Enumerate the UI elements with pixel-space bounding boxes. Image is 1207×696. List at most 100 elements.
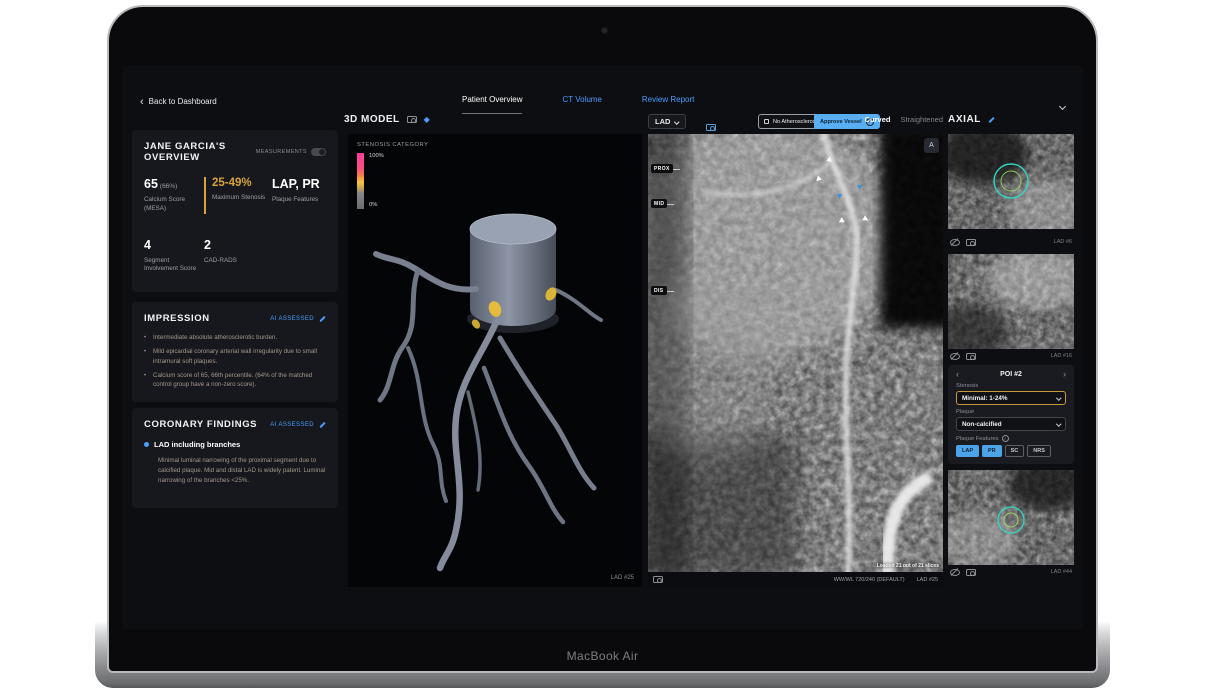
overview-title: JANE GARCIA'S OVERVIEW xyxy=(144,141,226,163)
chevron-down-icon xyxy=(1055,395,1061,401)
hide-eye-icon[interactable] xyxy=(950,238,960,246)
impression-bullet: Mild epicardial coronary arterial wall i… xyxy=(144,347,326,366)
patient-overview-card: JANE GARCIA'S OVERVIEW MEASUREMENTS 65 (6… xyxy=(132,130,338,292)
segment-badge-mid: MID xyxy=(651,199,675,208)
stat-plaque-features: LAP, PR Plaque Features xyxy=(272,177,320,203)
back-chevron-icon: ‹ xyxy=(140,95,144,108)
laptop-screen-bezel: ‹ Back to Dashboard Patient Overview CT … xyxy=(107,5,1098,673)
impression-bullet: Calcium score of 65, 66th percentile. (6… xyxy=(144,371,326,390)
window-level-text: WW/WL 720/240 (DEFAULT) xyxy=(833,576,905,583)
findings-title: CORONARY FINDINGS xyxy=(144,419,258,430)
axial-viewport-3[interactable] xyxy=(948,470,1074,565)
plaque-field-label: Plaque xyxy=(956,409,975,415)
segment-badge-prox: PROX xyxy=(651,164,680,173)
plaque-features-label: Plaque Features xyxy=(956,435,999,442)
findings-ai-badge[interactable]: AI ASSESSED xyxy=(270,421,326,429)
hide-eye-icon[interactable] xyxy=(950,568,960,576)
axial-title: AXIAL xyxy=(948,114,981,125)
view-straightened-option[interactable]: Straightened xyxy=(900,115,943,124)
vessel-select-dropdown[interactable]: LAD xyxy=(648,114,686,129)
overview-stats: 65 (66%) Calcium Score (MESA) 25-49% Maxi… xyxy=(144,177,326,274)
chip-lap[interactable]: LAP xyxy=(956,445,979,457)
axial-viewport-2[interactable] xyxy=(948,254,1074,349)
measurements-toggle[interactable] xyxy=(311,148,326,156)
segment-badge-dis: DIS xyxy=(651,286,673,295)
model3d-header: 3D MODEL ◆ xyxy=(344,114,430,125)
axial-3-label: LAD #44 xyxy=(1050,569,1072,575)
poi-next-button[interactable]: › xyxy=(1063,370,1066,379)
vessel-name: LAD including branches xyxy=(154,440,241,449)
axial-3-controls: LAD #44 xyxy=(948,565,1074,579)
legend-min-label: 0% xyxy=(369,202,378,208)
laptop-mockup: ‹ Back to Dashboard Patient Overview CT … xyxy=(0,0,1207,696)
chip-sc[interactable]: SC xyxy=(1004,445,1025,457)
back-to-dashboard-link[interactable]: ‹ Back to Dashboard xyxy=(140,95,217,108)
poi-title: POI #2 xyxy=(1000,371,1022,378)
poi-prev-button[interactable]: ‹ xyxy=(956,370,959,379)
stenosis-color-scale xyxy=(357,153,364,209)
model3d-viewport[interactable]: STENOSIS CATEGORY 100% 0% LAD #25 xyxy=(348,134,642,587)
stat-calcium-score: 65 (66%) Calcium Score (MESA) xyxy=(144,177,185,212)
stat-segment-involvement: 4 Segment Involvement Score xyxy=(144,237,197,273)
camera-icon[interactable] xyxy=(653,576,663,583)
axial-2-controls: LAD #16 xyxy=(948,349,1074,363)
hide-eye-icon[interactable] xyxy=(950,352,960,360)
model3d-title: 3D MODEL xyxy=(344,114,400,125)
findings-vessel-row[interactable]: LAD including branches xyxy=(144,440,326,449)
chip-nrs[interactable]: NRS xyxy=(1027,445,1051,457)
findings-text: Minimal luminal narrowing of the proxima… xyxy=(158,457,326,484)
measurements-label: MEASUREMENTS xyxy=(255,149,307,155)
app-window: ‹ Back to Dashboard Patient Overview CT … xyxy=(122,66,1083,629)
device-brand-label: MacBook Air xyxy=(566,649,639,663)
axial-1-label: LAD #6 xyxy=(1053,239,1072,245)
back-label: Back to Dashboard xyxy=(148,97,217,106)
axial-viewport-1[interactable] xyxy=(948,134,1074,229)
measurements-toggle-group: MEASUREMENTS xyxy=(256,148,326,156)
stat-cad-rads: 2 CAD-RADS xyxy=(204,237,237,264)
camera-icon[interactable] xyxy=(966,568,976,576)
ct-image xyxy=(648,134,943,572)
impression-ai-badge[interactable]: AI ASSESSED xyxy=(270,315,326,323)
axial-1-controls: LAD #6 xyxy=(948,235,1074,249)
stenosis-field-label: Stenosis xyxy=(956,383,979,389)
info-icon[interactable]: i xyxy=(1001,435,1009,442)
impression-bullet: Intermediate absolute atherosclerotic bu… xyxy=(144,333,326,343)
model3d-slice-label: LAD #25 xyxy=(610,575,634,581)
orientation-gizmo-icon[interactable]: ◆ xyxy=(424,115,430,124)
collapse-chevron-icon[interactable] xyxy=(1058,96,1067,114)
plaque-dropdown[interactable]: Non-calcified xyxy=(956,417,1066,431)
tab-patient-overview[interactable]: Patient Overview xyxy=(462,95,523,114)
ct-status-bar: WW/WL 720/240 (DEFAULT) LAD #25 xyxy=(648,572,943,587)
stenosis-legend: STENOSIS CATEGORY 100% 0% xyxy=(357,142,429,209)
stat-calcium-suffix: (66%) xyxy=(159,183,178,190)
tab-ct-volume[interactable]: CT Volume xyxy=(562,95,601,114)
chip-pr[interactable]: PR xyxy=(982,445,1002,457)
ct-toolbar: LAD No Atherosclerosis Approve Vessel ✓ … xyxy=(648,112,943,134)
orientation-a-button[interactable]: A xyxy=(924,138,939,153)
impression-title: IMPRESSION xyxy=(144,313,210,324)
plaque-feature-chips: LAP PR SC NRS xyxy=(956,445,1066,457)
camera-icon xyxy=(706,124,716,131)
poi-card: ‹ POI #2 › Stenosis Minimal: 1-24% Plaqu… xyxy=(948,365,1074,464)
slices-loaded-status: Loaded 21 out of 21 slices xyxy=(876,563,939,569)
edit-pencil-icon[interactable] xyxy=(318,421,326,429)
view-curved-option[interactable]: Curved xyxy=(865,115,891,124)
stenosis-dropdown[interactable]: Minimal: 1-24% xyxy=(956,391,1066,405)
view-mode-toggle: Curved Straightened xyxy=(865,115,943,124)
axial-header: AXIAL xyxy=(948,114,995,125)
camera-icon[interactable] xyxy=(966,238,976,246)
ct-cpr-viewport[interactable]: PROX MID DIS A Loaded 21 out of 21 slice… xyxy=(648,134,943,572)
chevron-down-icon xyxy=(1055,421,1061,427)
axial-2-label: LAD #16 xyxy=(1050,353,1072,359)
impression-bullets: Intermediate absolute atherosclerotic bu… xyxy=(144,333,326,389)
edit-pencil-icon[interactable] xyxy=(318,315,326,323)
checkbox-icon xyxy=(764,119,769,124)
camera-icon[interactable] xyxy=(406,116,417,123)
vessel-bullet-icon xyxy=(144,442,149,447)
chevron-down-icon xyxy=(674,119,680,124)
ct-slice-label: LAD #25 xyxy=(916,576,938,583)
coronary-findings-card: CORONARY FINDINGS AI ASSESSED LAD includ… xyxy=(132,408,338,508)
impression-card: IMPRESSION AI ASSESSED Intermediate abso… xyxy=(132,302,338,402)
camera-icon[interactable] xyxy=(966,352,976,360)
edit-pencil-icon[interactable] xyxy=(987,116,995,124)
